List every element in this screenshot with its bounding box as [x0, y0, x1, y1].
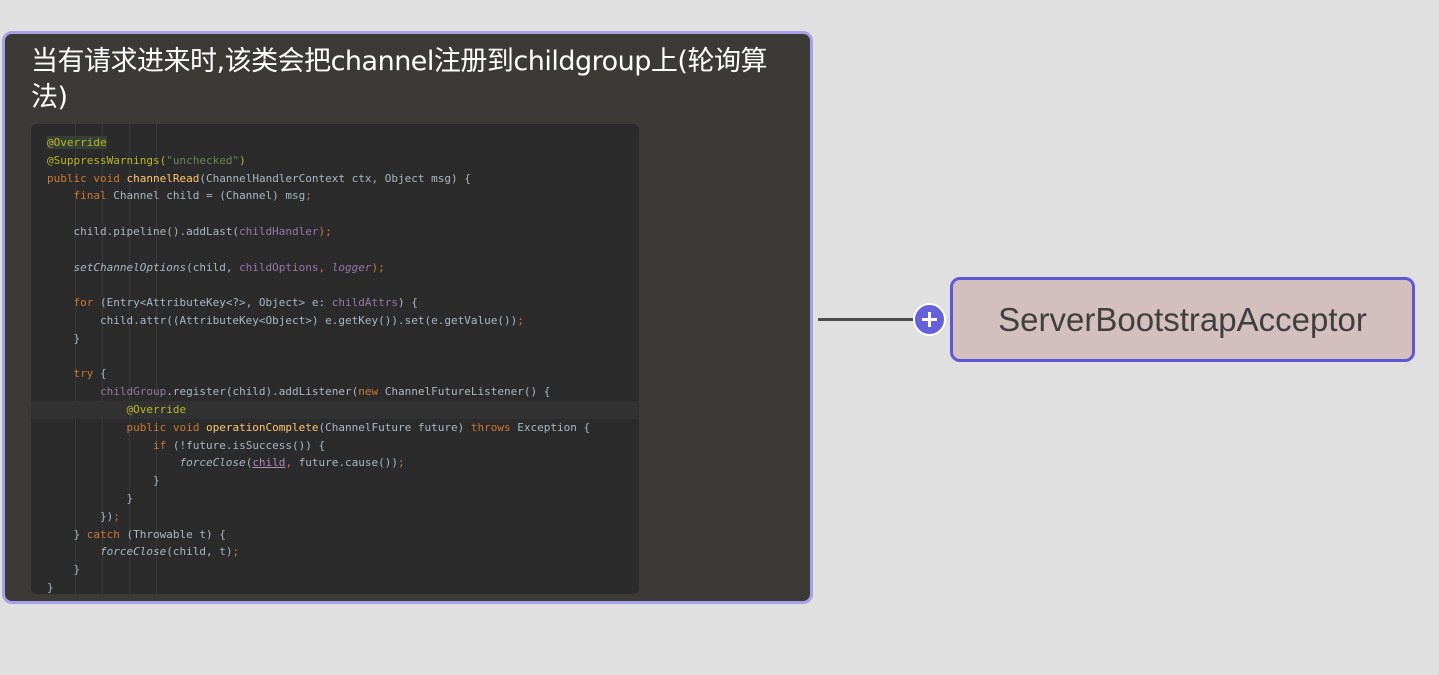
code-token: (child, t) — [166, 545, 233, 559]
code-token: ) — [239, 153, 246, 167]
code-token: child.attr((AttributeKey<Object>) e.getK… — [47, 313, 518, 327]
code-line: } — [31, 330, 639, 348]
code-line: @Override — [31, 134, 639, 152]
code-line: forceClose(child, future.cause()); — [31, 454, 639, 472]
code-token: ); — [371, 260, 385, 274]
code-token: Exception { — [517, 420, 591, 434]
code-token: ; — [517, 313, 524, 327]
code-line: final Channel child = (Channel) msg; — [31, 187, 639, 205]
code-token: ; — [113, 509, 120, 523]
code-token: (ChannelFuture future) — [318, 420, 471, 434]
note-title: 当有请求进来时,该类会把channel注册到childgroup上(轮询算法) — [31, 46, 767, 113]
note-card[interactable]: 当有请求进来时,该类会把channel注册到childgroup上(轮询算法) … — [2, 31, 813, 604]
code-token: }) — [47, 509, 114, 523]
code-line: setChannelOptions(child, childOptions, l… — [31, 259, 639, 277]
code-token: throws — [470, 420, 518, 434]
code-token: final — [47, 189, 114, 203]
code-token: @Override — [47, 136, 107, 149]
code-token: future.cause()) — [298, 456, 399, 470]
connector-line — [818, 318, 916, 321]
code-token: public void — [47, 420, 206, 434]
code-line: try { — [31, 365, 639, 383]
code-line: } — [31, 579, 639, 594]
code-token: } — [47, 580, 54, 594]
code-line: child.pipeline().addLast(childHandler); — [31, 223, 639, 241]
code-token: childAttrs — [331, 296, 399, 310]
code-line: } — [31, 490, 639, 508]
topic-label: ServerBootstrapAcceptor — [998, 300, 1367, 338]
code-token: (ChannelHandlerContext ctx, Object msg) … — [199, 171, 471, 185]
code-line: } catch (Throwable t) { — [31, 526, 639, 544]
code-token: } — [47, 527, 87, 541]
code-token: try — [47, 367, 100, 381]
code-token: (Entry<AttributeKey<?>, Object> e: — [99, 296, 332, 310]
code-token: childGroup — [47, 385, 167, 399]
code-line: public void channelRead(ChannelHandlerCo… — [31, 170, 639, 188]
code-token: ); — [318, 224, 332, 238]
code-token: ; — [398, 456, 405, 470]
code-token: (!future.isSuccess()) { — [172, 438, 326, 452]
code-block: @Override @SuppressWarnings("unchecked") p… — [31, 134, 639, 594]
code-token: for — [47, 296, 100, 310]
code-token: { — [99, 367, 107, 381]
code-line: child.attr((AttributeKey<Object>) e.getK… — [31, 312, 639, 330]
expand-button[interactable] — [913, 303, 946, 336]
code-token: } — [47, 563, 81, 577]
code-token: } — [47, 331, 81, 345]
code-line: @Override — [31, 400, 639, 419]
code-token: ) { — [398, 296, 418, 310]
code-token: forceClose — [47, 545, 167, 559]
topic-node[interactable]: ServerBootstrapAcceptor — [950, 277, 1415, 362]
code-token: "unchecked" — [166, 153, 240, 167]
code-token: .register(child).addListener( — [166, 385, 359, 399]
code-line: }); — [31, 508, 639, 526]
code-line: public void operationComplete(ChannelFut… — [31, 419, 639, 437]
code-token: @SuppressWarnings( — [47, 153, 167, 167]
code-token: child — [252, 456, 286, 470]
code-token: catch — [86, 527, 127, 541]
code-line: forceClose(child, t); — [31, 543, 639, 561]
code-token: ; — [232, 545, 240, 559]
code-line: for (Entry<AttributeKey<?>, Object> e: c… — [31, 294, 639, 312]
code-line: } — [31, 561, 639, 579]
code-line: } — [31, 472, 639, 490]
code-token: , — [318, 260, 332, 274]
code-token: channelRead — [126, 171, 200, 185]
code-line: @SuppressWarnings("unchecked") — [31, 152, 639, 170]
code-token: new — [358, 385, 385, 399]
code-token: } — [47, 474, 160, 488]
code-token: (child, — [186, 260, 240, 274]
code-token: operationComplete — [205, 420, 319, 434]
code-token: } — [47, 491, 134, 505]
code-token: @Override — [47, 402, 187, 416]
code-token: , — [285, 456, 299, 470]
code-screenshot: @Override @SuppressWarnings("unchecked") p… — [31, 124, 639, 594]
code-token: public void — [47, 171, 127, 185]
code-token: forceClose — [179, 456, 246, 470]
code-token: child.pipeline().addLast( — [47, 224, 240, 238]
code-token: ChannelFutureListener() { — [384, 385, 551, 399]
code-token: logger — [331, 260, 372, 274]
code-line: childGroup.register(child).addListener(n… — [31, 383, 639, 401]
code-token: Channel child = (Channel) msg — [113, 189, 306, 203]
code-token: childOptions — [239, 260, 319, 274]
code-token: setChannelOptions — [47, 260, 187, 274]
code-token: childHandler — [239, 224, 319, 238]
code-token: if — [47, 438, 173, 452]
code-token: (Throwable t) { — [126, 527, 226, 541]
code-token: ; — [305, 189, 312, 203]
code-line: if (!future.isSuccess()) { — [31, 437, 639, 455]
